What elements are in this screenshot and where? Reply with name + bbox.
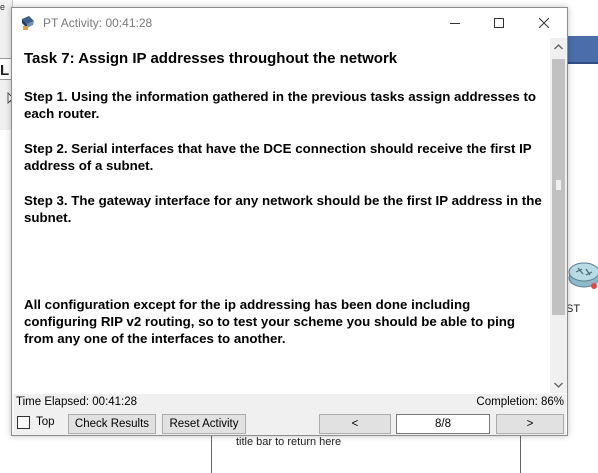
check-results-button[interactable]: Check Results <box>68 414 156 434</box>
close-button[interactable] <box>521 8 567 38</box>
page-indicator: 8/8 <box>396 414 490 434</box>
pt-activity-window: PT Activity: 00:41:28 Task 7: Assign IP … <box>11 7 568 436</box>
reset-activity-button[interactable]: Reset Activity <box>162 414 246 434</box>
activity-controls: Top Check Results Reset Activity < 8/8 > <box>13 412 566 435</box>
scroll-up-button[interactable] <box>550 38 567 55</box>
instruction-paragraph: Step 2. Serial interfaces that have the … <box>24 141 532 173</box>
right-workspace-edge <box>566 0 598 473</box>
minimize-button[interactable] <box>432 8 478 38</box>
completion-percent: Completion: 86% <box>476 396 564 408</box>
task-title: Task 7: Assign IP addresses throughout t… <box>24 50 398 67</box>
instruction-paragraph: All configuration except for the ip addr… <box>24 297 516 346</box>
instruction-paragraph: Step 3. The gateway interface for any ne… <box>24 193 542 225</box>
title-bar[interactable]: PT Activity: 00:41:28 <box>12 8 567 38</box>
previous-page-button[interactable]: < <box>319 414 391 434</box>
status-bar: Time Elapsed: 00:41:28 Completion: 86% <box>13 394 566 412</box>
top-checkbox-label[interactable]: Top <box>36 416 55 428</box>
vertical-scrollbar[interactable] <box>550 38 567 393</box>
packet-tracer-icon <box>22 16 34 30</box>
instruction-paragraph: Step 1. Using the information gathered i… <box>24 89 537 121</box>
maximize-icon <box>494 18 504 28</box>
scroll-thumb-grip <box>556 180 561 190</box>
time-elapsed: Time Elapsed: 00:41:28 <box>16 396 138 408</box>
device-label-fragment: ST <box>566 303 581 315</box>
hint-text: title bar to return here <box>236 436 342 448</box>
router-icon[interactable] <box>566 256 598 296</box>
chevron-up-icon <box>554 43 563 49</box>
right-toolbar-fragment <box>566 36 598 62</box>
minimize-icon <box>450 23 460 24</box>
left-panel-heading-fragment: L <box>0 62 10 79</box>
next-page-button[interactable]: > <box>496 414 564 434</box>
top-checkbox[interactable] <box>17 416 30 429</box>
chevron-down-icon <box>554 382 563 388</box>
right-toolbar-border <box>566 62 598 64</box>
maximize-button[interactable] <box>476 8 522 38</box>
window-title: PT Activity: 00:41:28 <box>43 16 153 30</box>
close-icon <box>539 18 549 28</box>
left-panel-text-fragment: e <box>0 2 6 12</box>
instructions-panel[interactable]: Task 7: Assign IP addresses throughout t… <box>13 38 550 393</box>
workspace-divider <box>520 436 521 473</box>
scroll-down-button[interactable] <box>550 376 567 393</box>
scroll-thumb[interactable] <box>552 59 565 315</box>
workspace-divider <box>211 436 212 473</box>
